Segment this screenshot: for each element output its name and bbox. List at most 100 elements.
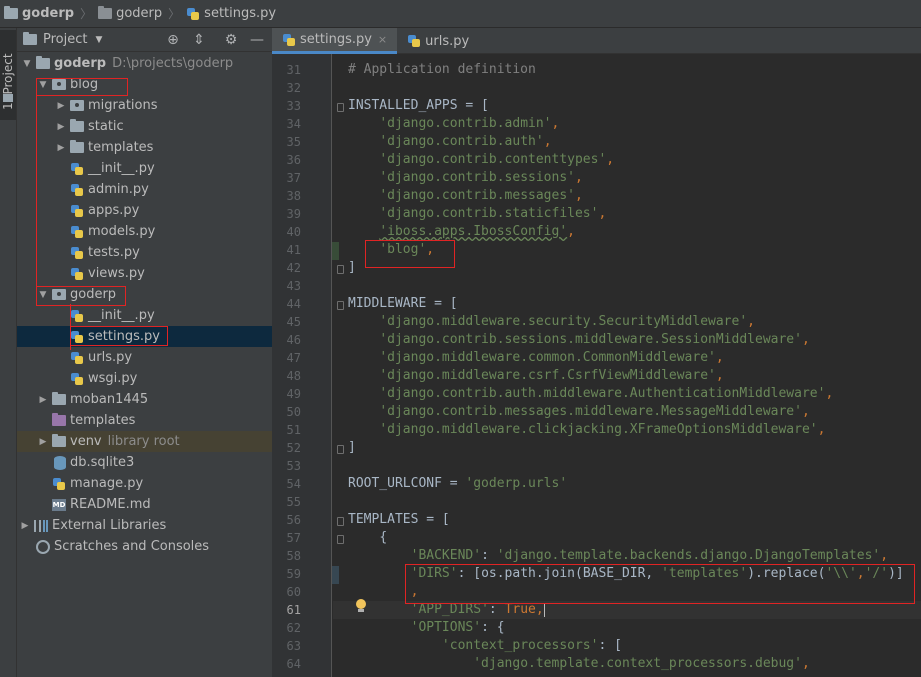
line-number: 56 xyxy=(286,513,301,527)
line-number: 41 xyxy=(286,243,301,257)
collapsed-arrow-icon[interactable]: ▶ xyxy=(55,122,67,132)
line-number: 51 xyxy=(286,423,301,437)
line-number: 39 xyxy=(286,207,301,221)
python-file-icon xyxy=(70,225,84,239)
text-cursor xyxy=(543,602,545,617)
tree-item-venv[interactable]: ▶ venv library root xyxy=(17,431,272,452)
line-number: 59 xyxy=(286,567,301,581)
collapsed-arrow-icon[interactable]: ▶ xyxy=(55,143,67,153)
tree-item-readme-md[interactable]: MD README.md xyxy=(17,494,272,515)
python-file-icon xyxy=(282,33,296,47)
tree-item-external-libraries[interactable]: ▶ External Libraries xyxy=(17,515,272,536)
tree-item-models-py[interactable]: models.py xyxy=(17,221,272,242)
fold-marker-icon[interactable] xyxy=(337,445,344,454)
tree-item-db-sqlite3[interactable]: db.sqlite3 xyxy=(17,452,272,473)
scratches-icon xyxy=(36,539,50,554)
package-icon xyxy=(52,79,66,90)
line-number: 33 xyxy=(286,99,301,113)
fold-marker-icon[interactable] xyxy=(337,301,344,310)
code-line-51: 'django.middleware.clickjacking.XFrameOp… xyxy=(379,422,826,437)
line-number: 54 xyxy=(286,477,301,491)
tree-item-tests-py[interactable]: tests.py xyxy=(17,242,272,263)
collapsed-arrow-icon[interactable]: ▶ xyxy=(19,521,31,531)
close-icon[interactable]: × xyxy=(378,33,387,46)
python-file-icon xyxy=(70,330,84,344)
tree-item-settings-py[interactable]: settings.py xyxy=(17,326,272,347)
fold-marker-icon[interactable] xyxy=(337,535,344,544)
tab-urls-py[interactable]: urls.py xyxy=(397,28,479,54)
tree-item-goderp-init-py[interactable]: __init__.py xyxy=(17,305,272,326)
tree-item-views-py[interactable]: views.py xyxy=(17,263,272,284)
line-number: 60 xyxy=(286,585,301,599)
folder-icon xyxy=(98,6,113,19)
code-line-48: 'django.middleware.csrf.CsrfViewMiddlewa… xyxy=(379,368,724,383)
project-tool-tab[interactable]: 1: Project xyxy=(0,30,16,120)
code-line-59: 'DIRS': [os.path.join(BASE_DIR, 'templat… xyxy=(410,566,904,581)
code-line-49: 'django.contrib.auth.middleware.Authenti… xyxy=(379,386,834,401)
tree-item-wsgi-py[interactable]: wsgi.py xyxy=(17,368,272,389)
code-editor[interactable]: 31 32 33 34 35 36 37 38 39 40 41 42 43 44 45 46 47 48 49 50… xyxy=(272,54,921,677)
breadcrumb-project[interactable]: goderp xyxy=(4,0,74,28)
package-icon xyxy=(70,100,84,111)
code-line-33: INSTALLED_APPS = [ xyxy=(348,98,489,113)
breadcrumb-package[interactable]: goderp xyxy=(98,0,162,28)
tree-item-goderp-root[interactable]: ▼ goderp D:\projects\goderp xyxy=(17,53,272,74)
tree-item-root-templates[interactable]: templates xyxy=(17,410,272,431)
collapse-all-icon[interactable]: ⇕ xyxy=(191,32,207,48)
line-number: 37 xyxy=(286,171,301,185)
tree-item-manage-py[interactable]: manage.py xyxy=(17,473,272,494)
line-number: 55 xyxy=(286,495,301,509)
line-number: 62 xyxy=(286,621,301,635)
project-panel: Project ▼ ⊕ ⇕ ⚙ — ▼ goderp D:\projects\g… xyxy=(17,28,272,677)
tree-item-templates[interactable]: ▶ templates xyxy=(17,137,272,158)
code-line-38: 'django.contrib.messages', xyxy=(379,188,583,203)
fold-marker-icon[interactable] xyxy=(337,517,344,526)
line-number: 42 xyxy=(286,261,301,275)
tab-settings-py[interactable]: settings.py × xyxy=(272,28,398,54)
expanded-arrow-icon[interactable]: ▼ xyxy=(21,59,33,69)
fold-marker-icon[interactable] xyxy=(337,265,344,274)
code-line-61: 'APP_DIRS': True, xyxy=(410,602,545,617)
line-number: 52 xyxy=(286,441,301,455)
project-panel-header: Project ▼ ⊕ ⇕ ⚙ — xyxy=(17,28,272,52)
expanded-arrow-icon[interactable]: ▼ xyxy=(37,290,49,300)
collapsed-arrow-icon[interactable]: ▶ xyxy=(37,395,49,405)
expanded-arrow-icon[interactable]: ▼ xyxy=(37,80,49,90)
tree-item-migrations[interactable]: ▶ migrations xyxy=(17,95,272,116)
code-line-39: 'django.contrib.staticfiles', xyxy=(379,206,607,221)
tree-item-scratches[interactable]: Scratches and Consoles xyxy=(17,536,272,557)
change-marker xyxy=(332,566,339,584)
tree-item-blog[interactable]: ▼ blog xyxy=(17,74,272,95)
project-view-selector[interactable]: Project xyxy=(43,32,87,47)
line-number: 48 xyxy=(286,369,301,383)
line-number: 57 xyxy=(286,531,301,545)
code-line-54: ROOT_URLCONF = 'goderp.urls' xyxy=(348,476,568,491)
collapsed-arrow-icon[interactable]: ▶ xyxy=(55,101,67,111)
change-marker xyxy=(332,242,339,260)
tree-item-moban1445[interactable]: ▶ moban1445 xyxy=(17,389,272,410)
code-line-63: 'context_processors': [ xyxy=(441,638,622,653)
hide-icon[interactable]: — xyxy=(249,32,265,48)
locate-icon[interactable]: ⊕ xyxy=(165,32,181,48)
tree-item-admin-py[interactable]: admin.py xyxy=(17,179,272,200)
gear-icon[interactable]: ⚙ xyxy=(223,32,239,48)
tree-item-goderp-package[interactable]: ▼ goderp xyxy=(17,284,272,305)
markdown-file-icon: MD xyxy=(52,498,66,511)
collapsed-arrow-icon[interactable]: ▶ xyxy=(37,437,49,447)
chevron-down-icon[interactable]: ▼ xyxy=(95,35,102,45)
code-line-47: 'django.middleware.common.CommonMiddlewa… xyxy=(379,350,724,365)
tree-item-apps-py[interactable]: apps.py xyxy=(17,200,272,221)
fold-marker-icon[interactable] xyxy=(337,103,344,112)
code-line-37: 'django.contrib.sessions', xyxy=(379,170,583,185)
tree-item-init-py[interactable]: __init__.py xyxy=(17,158,272,179)
tree-item-static[interactable]: ▶ static xyxy=(17,116,272,137)
line-number: 45 xyxy=(286,315,301,329)
breadcrumb-file[interactable]: settings.py xyxy=(186,0,276,28)
folder-icon xyxy=(52,434,66,447)
package-icon xyxy=(52,289,66,300)
tree-item-urls-py[interactable]: urls.py xyxy=(17,347,272,368)
code-line-31: # Application definition xyxy=(348,62,536,77)
python-file-icon xyxy=(407,34,421,48)
line-number: 38 xyxy=(286,189,301,203)
python-file-icon xyxy=(70,246,84,260)
